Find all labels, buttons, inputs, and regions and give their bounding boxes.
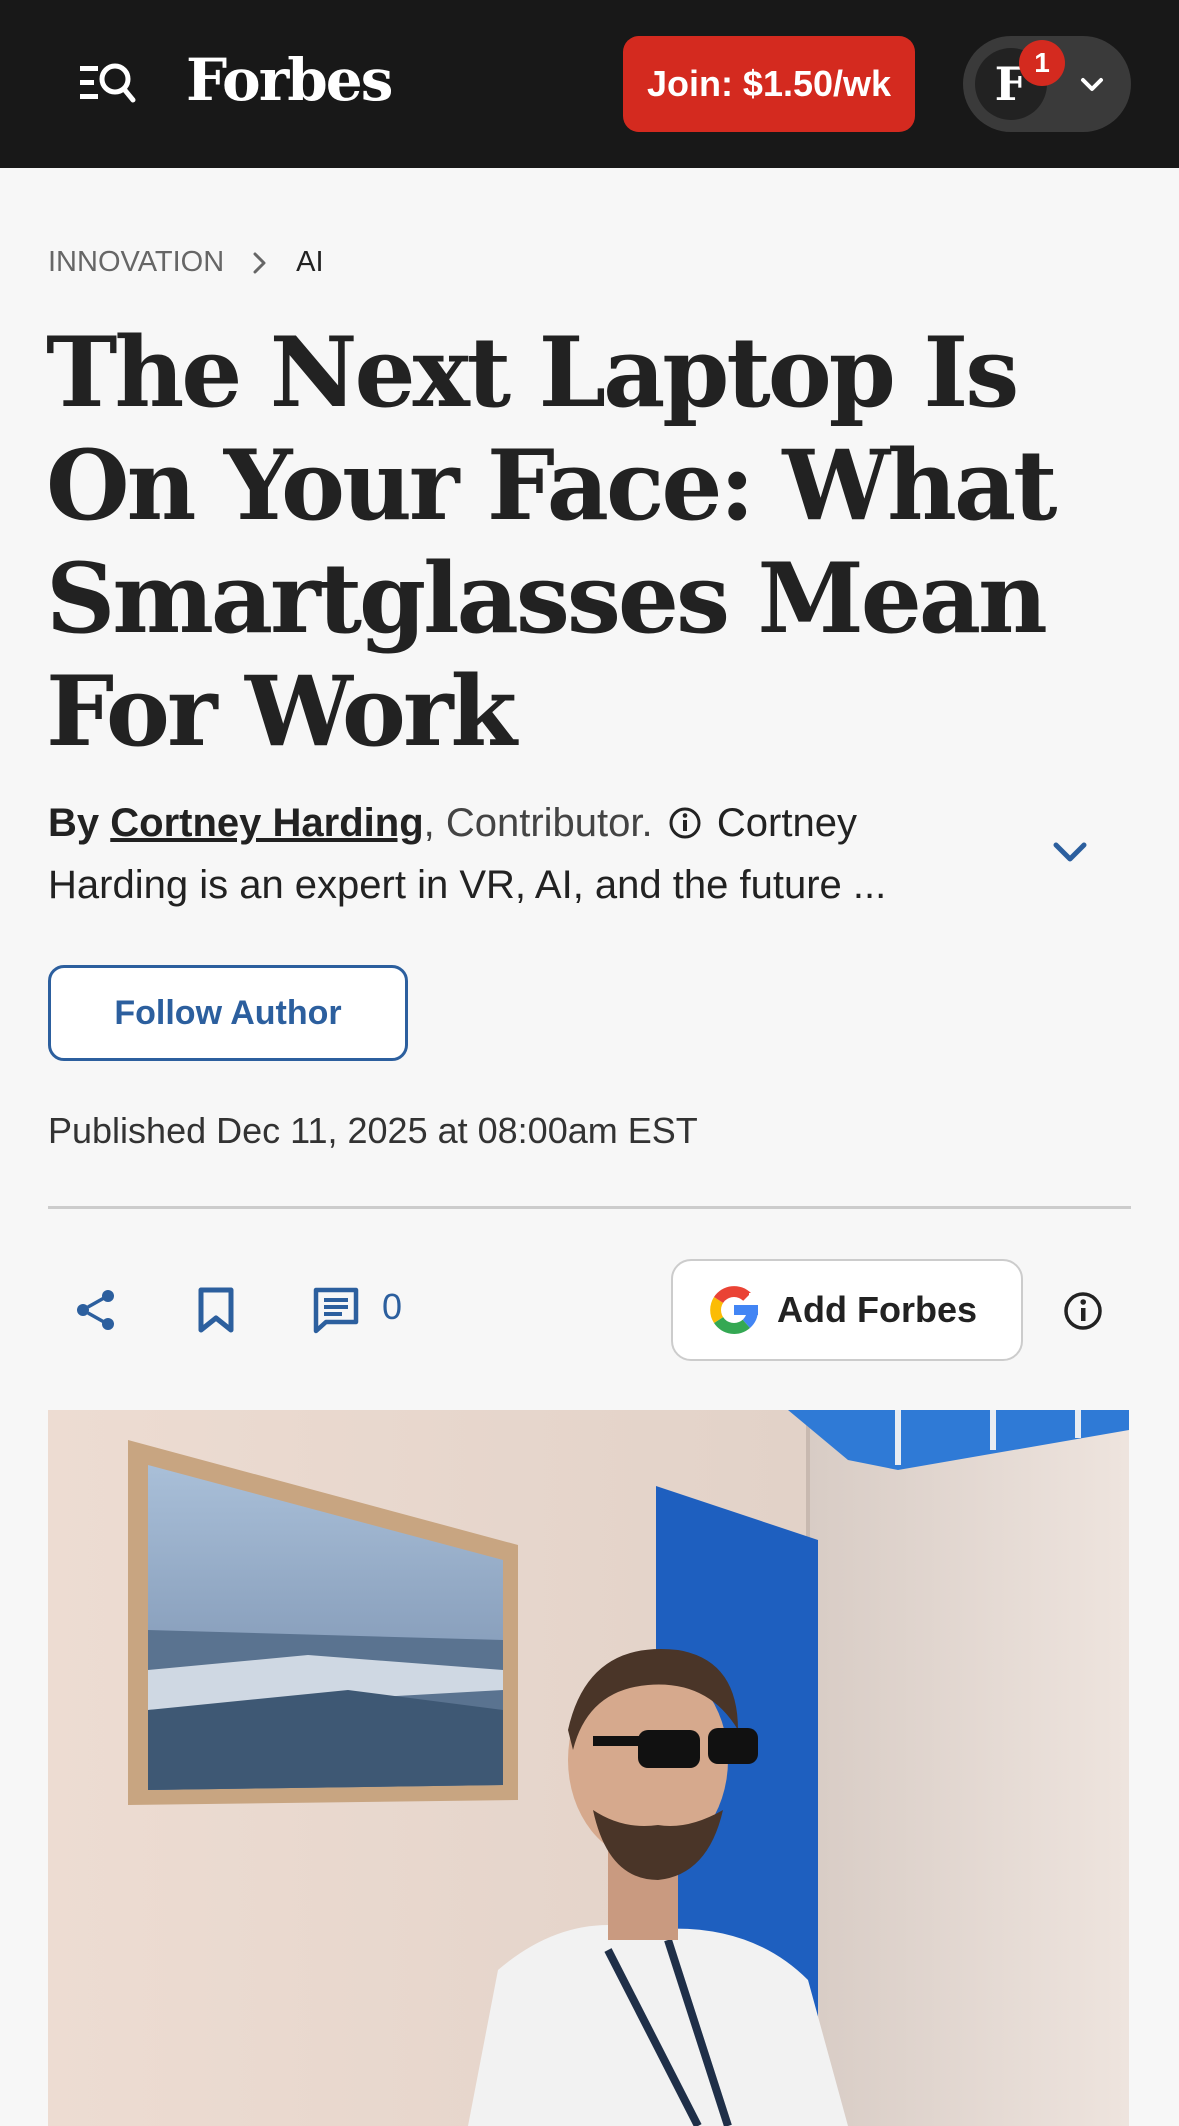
account-menu-button[interactable]: F 1: [963, 36, 1131, 132]
join-subscription-button[interactable]: Join: $1.50/wk: [623, 36, 915, 132]
follow-author-button[interactable]: Follow Author: [48, 965, 408, 1061]
breadcrumb-section-link[interactable]: INNOVATION: [48, 246, 224, 279]
comment-icon[interactable]: [312, 1286, 360, 1334]
top-navigation-bar: Forbes Join: $1.50/wk F 1: [0, 0, 1179, 168]
article-title: The Next Laptop Is On Your Face: What Sm…: [46, 316, 1058, 768]
article-hero-image: [48, 1410, 1129, 2126]
info-icon[interactable]: [1062, 1290, 1104, 1332]
info-icon[interactable]: [668, 806, 702, 840]
chevron-down-icon: [1081, 78, 1103, 91]
notification-badge: 1: [1019, 40, 1065, 86]
chevron-right-icon: [253, 252, 266, 273]
menu-search-icon[interactable]: [80, 60, 136, 106]
author-link[interactable]: Cortney Harding: [110, 801, 423, 845]
add-forbes-label: Add Forbes: [777, 1289, 978, 1330]
divider: [48, 1206, 1131, 1209]
byline: By Cortney Harding, Contributor. Cortney…: [48, 792, 988, 916]
share-icon[interactable]: [74, 1288, 118, 1332]
comment-count[interactable]: 0: [382, 1286, 402, 1328]
breadcrumb: INNOVATION AI: [48, 246, 324, 279]
forbes-logo[interactable]: Forbes: [186, 44, 393, 116]
expand-byline-chevron-icon[interactable]: [1050, 832, 1090, 872]
breadcrumb-subsection-link[interactable]: AI: [296, 246, 323, 279]
by-label: By: [48, 801, 100, 845]
google-g-icon: [710, 1286, 763, 1334]
add-forbes-google-button[interactable]: Add Forbes: [671, 1259, 1023, 1361]
bookmark-icon[interactable]: [196, 1286, 236, 1334]
author-role: , Contributor.: [423, 801, 653, 845]
published-date: Published Dec 11, 2025 at 08:00am EST: [48, 1110, 698, 1151]
